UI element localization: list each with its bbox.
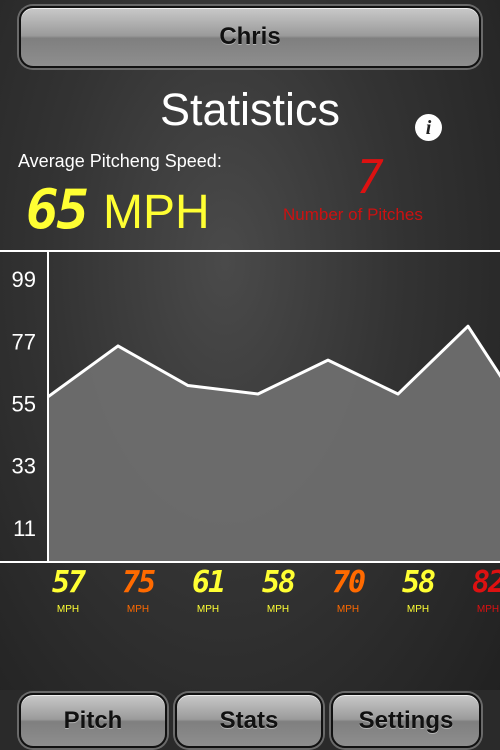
- user-button[interactable]: Chris: [19, 6, 481, 68]
- pitch-speed-unit: MPH: [407, 604, 429, 615]
- y-tick-label: 11: [13, 516, 36, 541]
- tab-settings[interactable]: Settings: [331, 693, 481, 748]
- y-tick-label: 99: [12, 267, 36, 292]
- pitch-speed-value: 58: [262, 565, 295, 600]
- pitch-speed-unit: MPH: [267, 604, 289, 615]
- pitch-speed-unit: MPH: [197, 604, 219, 615]
- y-tick-label: 77: [12, 329, 36, 354]
- pitch-count-label: Number of Pitches: [283, 205, 423, 224]
- pitch-speed-unit: MPH: [477, 604, 499, 615]
- tab-stats[interactable]: Stats: [175, 693, 323, 748]
- pitch-speed-value: 75: [122, 565, 155, 600]
- info-icon[interactable]: i: [415, 114, 442, 141]
- pitch-speed-value: 58: [402, 565, 435, 600]
- pitch-speed-value: 82: [472, 565, 500, 600]
- y-tick-label: 33: [12, 454, 36, 479]
- average-speed-number: 65: [26, 178, 89, 241]
- average-speed-unit: MPH: [103, 186, 210, 239]
- y-tick-label: 55: [12, 392, 36, 417]
- pitch-speed-value: 70: [332, 565, 365, 600]
- pitch-speed-value: 57: [52, 565, 86, 600]
- average-speed-label: Average Pitcheng Speed:: [18, 151, 222, 171]
- pitch-count: 7: [356, 150, 384, 204]
- average-speed-value: 65 MPH: [26, 178, 210, 241]
- tab-pitch[interactable]: Pitch: [19, 693, 167, 748]
- pitch-speed-value: 61: [192, 565, 224, 600]
- pitch-speed-unit: MPH: [57, 604, 79, 615]
- pitch-speed-unit: MPH: [337, 604, 359, 615]
- pitch-speed-unit: MPH: [127, 604, 149, 615]
- speed-chart: 99 77 55 33 11 57 MPH 75 MPH 61 MPH 58 MPH 70 MPH 58 MP…: [0, 250, 500, 615]
